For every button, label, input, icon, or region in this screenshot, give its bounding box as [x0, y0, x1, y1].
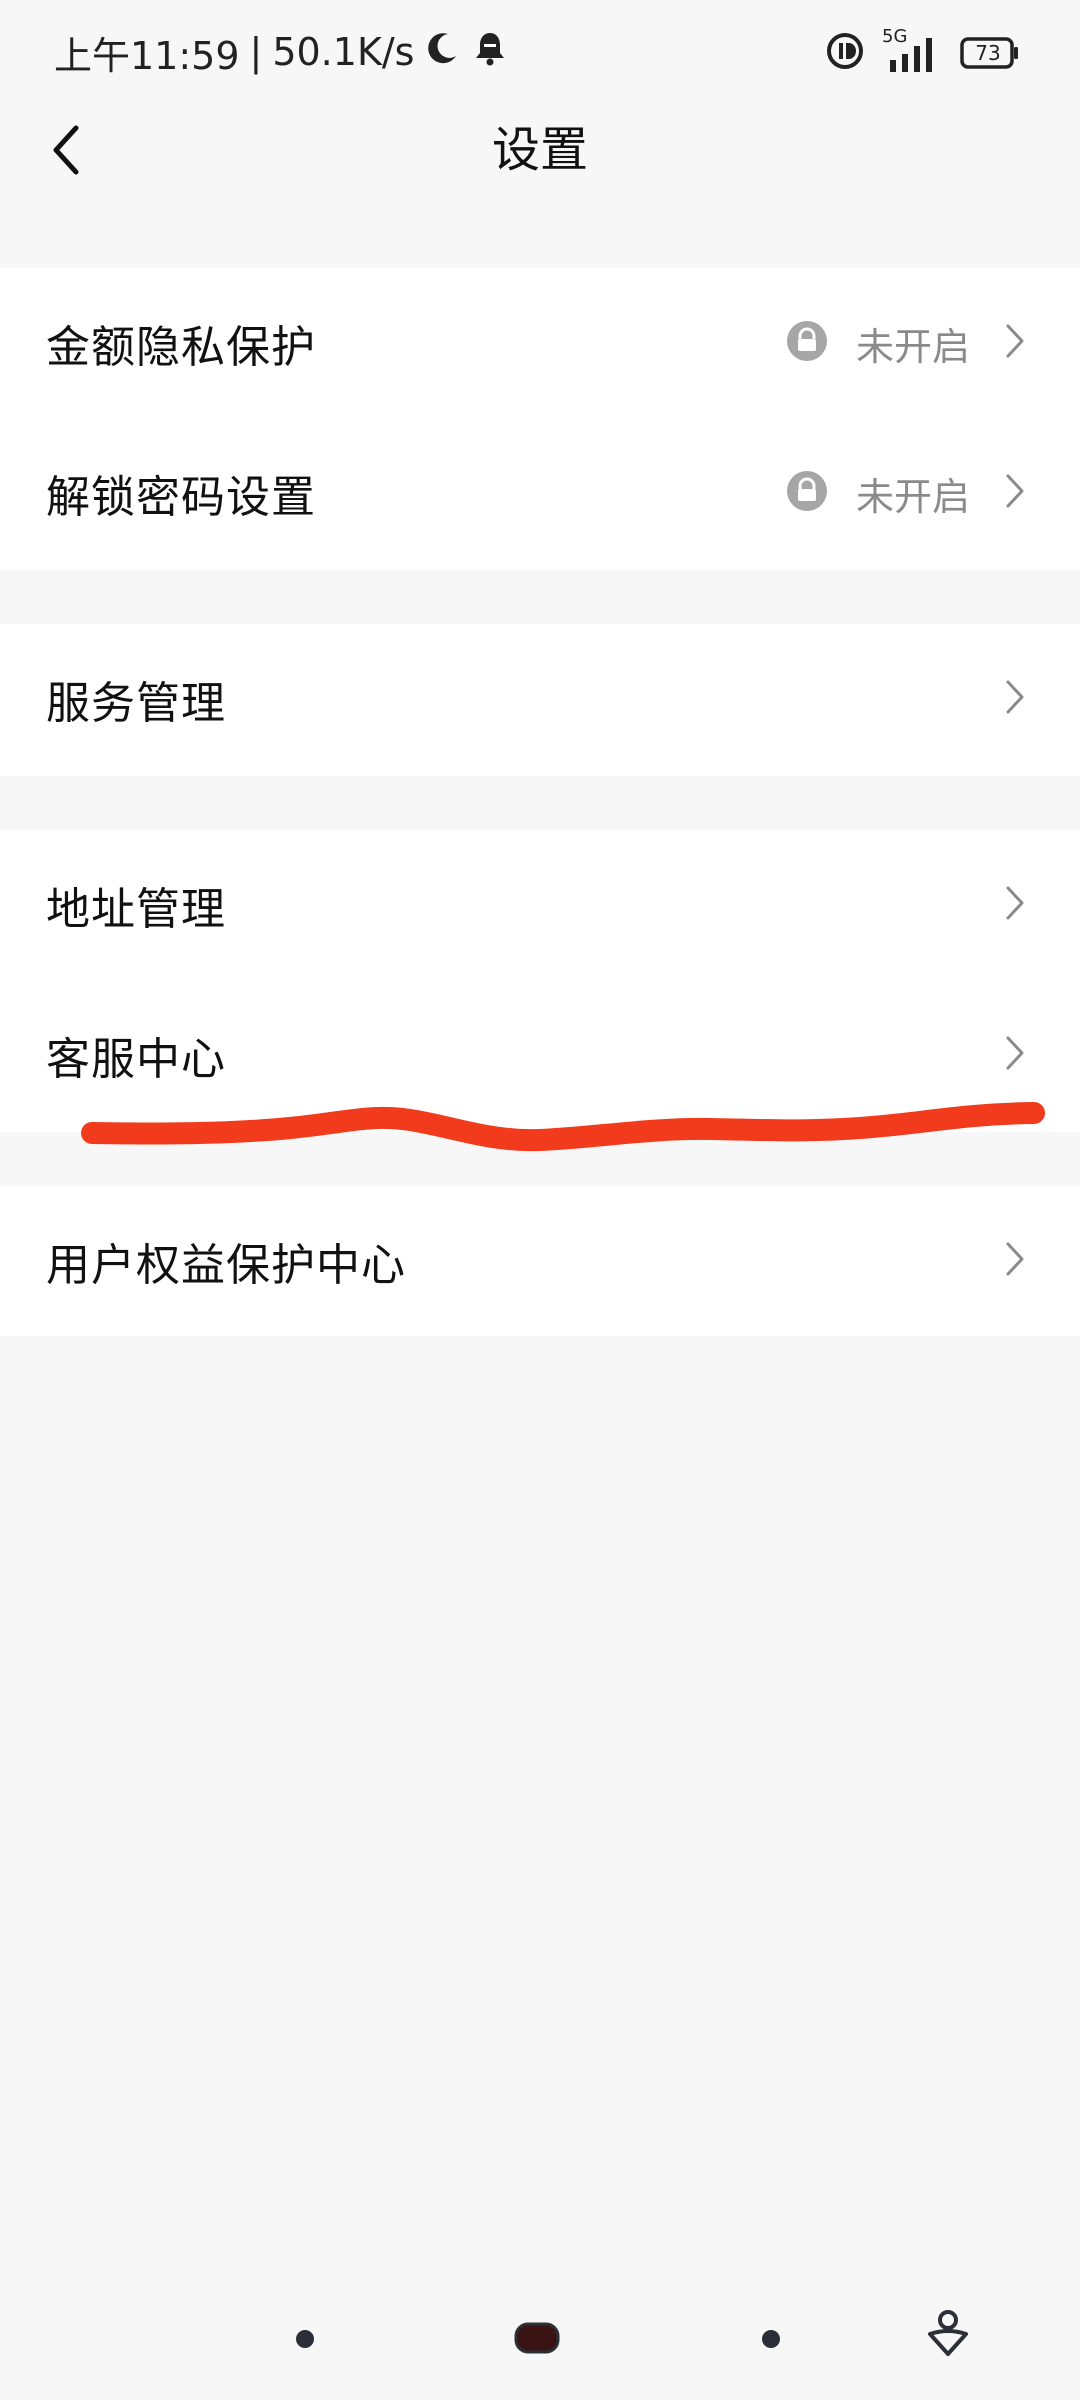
settings-group-privacy: 金额隐私保护 未开启 解锁密码设置 未开启: [0, 268, 1080, 570]
status-separator: |: [249, 30, 263, 74]
settings-item-right: [1004, 830, 1026, 980]
chevron-right-icon: [1004, 884, 1026, 926]
chevron-right-icon: [1004, 322, 1026, 364]
nav-person-down-icon[interactable]: [924, 2308, 972, 2364]
lock-icon: [786, 470, 828, 516]
battery-icon: 73: [960, 37, 1020, 69]
app-bar: 设置: [0, 104, 1080, 196]
settings-item-label: 服务管理: [46, 678, 226, 729]
nav-dot-left[interactable]: [294, 2328, 316, 2354]
nav-home-pill[interactable]: [514, 2322, 560, 2358]
settings-item-service-management[interactable]: 服务管理: [0, 624, 1080, 774]
chevron-right-icon: [1004, 1240, 1026, 1282]
settings-item-unlock-password[interactable]: 解锁密码设置 未开启: [0, 418, 1080, 568]
settings-item-right: [1004, 1186, 1026, 1336]
settings-item-user-rights-center[interactable]: 用户权益保护中心: [0, 1186, 1080, 1336]
settings-item-status: 未开启: [855, 324, 970, 369]
chevron-right-icon: [1004, 678, 1026, 720]
bell-icon: [470, 28, 510, 77]
settings-item-status: 未开启: [855, 474, 970, 519]
settings-item-label: 用户权益保护中心: [46, 1240, 406, 1291]
system-navigation-bar: [0, 2300, 1080, 2380]
chevron-right-icon: [1004, 472, 1026, 514]
status-bar: 上午11:59 | 50.1K/s 5G 73: [0, 0, 1080, 104]
moon-icon: [422, 28, 462, 77]
settings-group-address: 地址管理 客服中心: [0, 830, 1080, 1132]
settings-item-label: 金额隐私保护: [46, 322, 316, 373]
signal-5g-icon: 5G: [882, 26, 942, 76]
page-title: 设置: [491, 122, 588, 178]
settings-item-label: 解锁密码设置: [46, 472, 316, 523]
status-network-speed: 50.1K/s: [272, 30, 415, 74]
nav-dot-right[interactable]: [760, 2328, 782, 2354]
hd-icon: [826, 32, 864, 74]
settings-item-address-management[interactable]: 地址管理: [0, 830, 1080, 980]
settings-item-customer-service[interactable]: 客服中心: [0, 980, 1080, 1130]
status-time: 上午11:59: [54, 33, 240, 78]
settings-item-right: 未开启: [786, 418, 1026, 568]
settings-screen: 上午11:59 | 50.1K/s 5G 73 设置 金额隐私保护 未开启 解锁…: [0, 0, 1080, 2400]
settings-item-right: [1004, 624, 1026, 774]
settings-group-service: 服务管理: [0, 624, 1080, 776]
chevron-right-icon: [1004, 1034, 1026, 1076]
settings-group-rights: 用户权益保护中心: [0, 1186, 1080, 1336]
settings-item-right: 未开启: [786, 268, 1026, 418]
status-left: 上午11:59 | 50.1K/s: [54, 24, 510, 80]
status-right: 5G 73: [808, 26, 1020, 78]
settings-item-right: [1004, 980, 1026, 1130]
battery-level: 73: [975, 41, 1001, 65]
settings-item-amount-privacy[interactable]: 金额隐私保护 未开启: [0, 268, 1080, 418]
lock-icon: [786, 320, 828, 366]
settings-item-label: 客服中心: [46, 1034, 226, 1085]
settings-item-label: 地址管理: [46, 884, 226, 935]
